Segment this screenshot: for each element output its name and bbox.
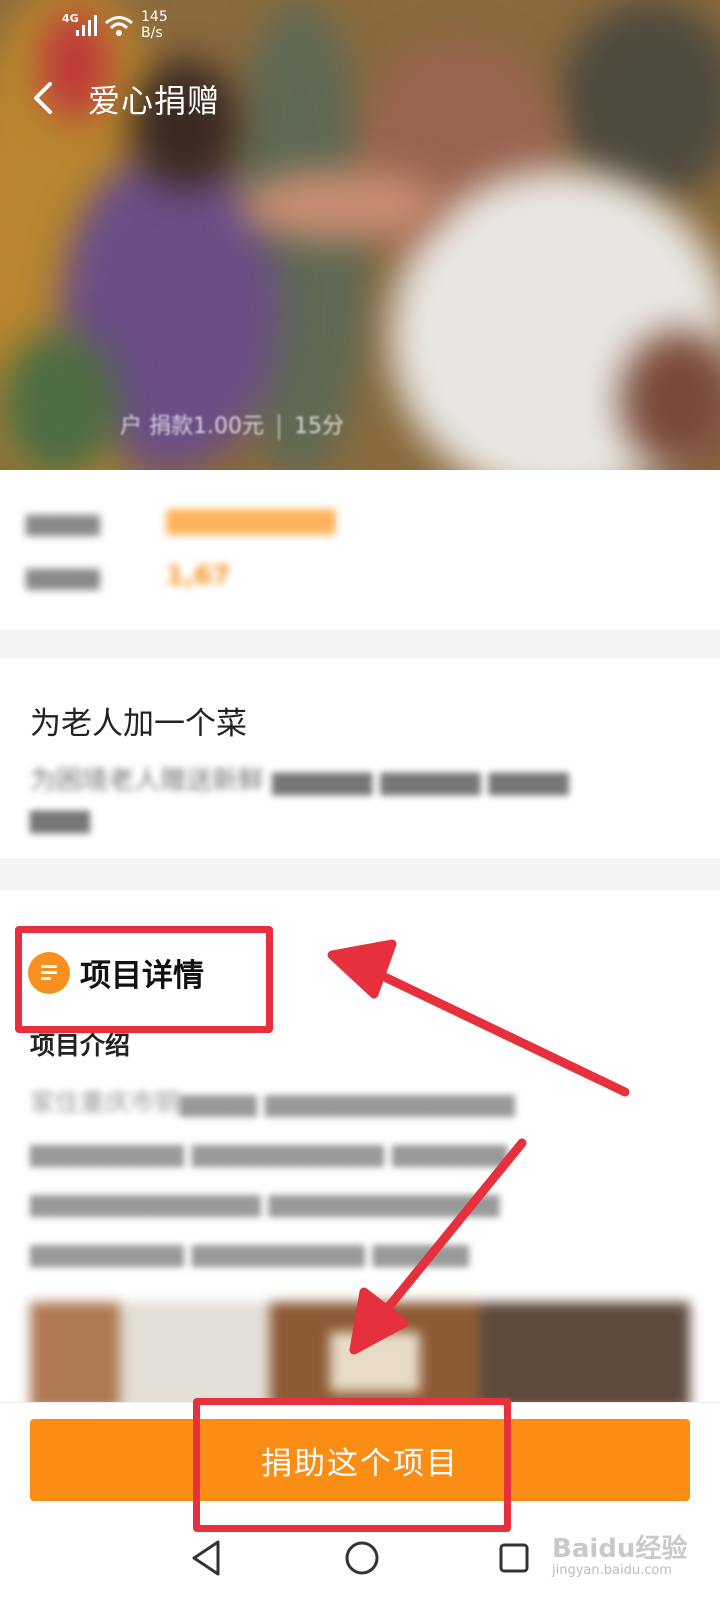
project-summary-card: 为老人加一个菜 为困境老人赠送新鲜 ▆▆▆▆▆ ▆▆▆▆▆ ▆▆▆▆ ▆▆▆	[0, 658, 720, 858]
fundraising-stats: ▆▆▆▆ ▆▆▆▆ 1,67	[0, 470, 720, 630]
progress-highlight	[166, 509, 336, 535]
highlight-project-details	[15, 926, 273, 1033]
intro-text: 家住重庆市铜▆▆▆▆ ▆▆▆▆▆▆▆▆▆▆▆▆▆ ▆▆▆▆▆▆▆▆ ▆▆▆▆▆▆…	[30, 1088, 515, 1267]
back-chevron-icon[interactable]	[26, 76, 66, 120]
project-photos	[30, 1302, 690, 1410]
square-recent-icon[interactable]	[498, 1542, 530, 1574]
stat-label: ▆▆▆▆	[26, 562, 100, 590]
donation-ticker: 户 捐款1.00元 15分	[120, 414, 344, 440]
wifi-icon	[105, 16, 133, 36]
network-speed: 145 B/s	[141, 9, 168, 41]
project-subtitle: 为困境老人赠送新鲜 ▆▆▆▆▆ ▆▆▆▆▆ ▆▆▆▆ ▆▆▆	[30, 766, 569, 834]
status-bar: 4G 145 B/s	[0, 0, 720, 48]
baidu-watermark: Baidu经验 jingyan.baidu.com	[552, 1534, 688, 1578]
stat-label: ▆▆▆▆	[26, 508, 100, 536]
signal-icon	[76, 15, 97, 36]
donor-count: 1,67	[166, 561, 231, 591]
page-title: 爱心捐赠	[88, 82, 221, 120]
triangle-back-icon[interactable]	[188, 1538, 224, 1578]
project-title: 为老人加一个菜	[30, 706, 247, 742]
circle-home-icon[interactable]	[344, 1540, 380, 1576]
highlight-donate-button	[193, 1398, 511, 1532]
project-cover-photo: 4G 145 B/s 爱心捐赠 户 捐款1.00元 15分	[0, 0, 720, 480]
